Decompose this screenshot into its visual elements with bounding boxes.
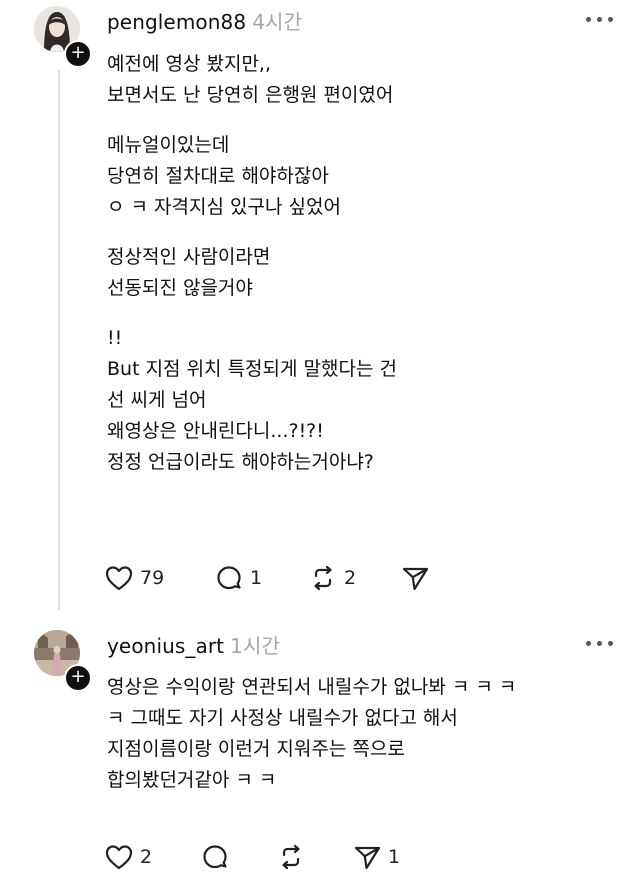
send-icon	[354, 846, 381, 870]
post-line: 영상은 수익이랑 연관되서 내릴수가 없나봐 ㅋ ㅋ ㅋ	[107, 676, 517, 698]
avatar-container: +	[34, 630, 92, 692]
post-line: 선동되진 않을거야	[107, 277, 253, 299]
thread-line	[58, 70, 60, 610]
repost-icon	[282, 844, 300, 870]
post-line: 메뉴얼이있는데	[107, 134, 230, 156]
repost-icon	[314, 565, 332, 591]
share-count: 1	[388, 846, 401, 868]
more-icon[interactable]	[586, 638, 614, 648]
post-body: 예전에 영상 봤지만,, 보면서도 난 당연히 은행원 편이였어 메뉴얼이있는데…	[107, 49, 397, 478]
follow-button[interactable]: +	[64, 40, 92, 68]
post-line: 정상적인 사람이라면	[107, 246, 271, 268]
username[interactable]: penglemon88	[107, 10, 246, 34]
heart-icon	[105, 845, 133, 870]
post-line: 합의봤던거같아 ㅋ ㅋ	[107, 769, 277, 791]
post-line: 정정 언급이라도 해야하는거아냐?	[107, 451, 374, 473]
like-button[interactable]: 2	[104, 842, 152, 872]
post-line: 보면서도 난 당연히 은행원 편이였어	[107, 84, 394, 106]
username[interactable]: yeonius_art	[107, 634, 224, 658]
post-line: !!	[107, 327, 123, 349]
like-button[interactable]: 79	[104, 563, 164, 593]
follow-button[interactable]: +	[64, 664, 92, 692]
post-header: yeonius_art 1시간	[107, 630, 280, 659]
reply-button[interactable]	[200, 842, 236, 872]
timestamp: 1시간	[230, 634, 280, 658]
post-body: 영상은 수익이랑 연관되서 내릴수가 없나봐 ㅋ ㅋ ㅋ ㅋ 그때도 자기 사정…	[107, 672, 516, 796]
post-line: 예전에 영상 봤지만,,	[107, 53, 271, 75]
like-count: 79	[140, 567, 165, 589]
reply-button[interactable]: 1	[214, 563, 262, 593]
reply-count: 1	[250, 567, 263, 589]
share-button[interactable]: 1	[352, 842, 400, 872]
repost-count: 2	[344, 567, 357, 589]
like-count: 2	[140, 846, 153, 868]
post-line: 왜영상은 안내린다니...?!?!	[107, 420, 324, 442]
thread-post: + penglemon88 4시간 예전에 영상 봤지만,, 보면서도 난 당연히…	[0, 0, 640, 612]
avatar-container: +	[34, 6, 92, 68]
post-header: penglemon88 4시간	[107, 6, 302, 35]
repost-button[interactable]	[276, 842, 312, 872]
repost-button[interactable]: 2	[308, 563, 356, 593]
post-line: 당연히 절차대로 해야하잖아	[107, 165, 329, 187]
more-icon[interactable]	[586, 14, 614, 24]
thread-post: + yeonius_art 1시간 영상은 수익이랑 연관되서 내릴수가 없나봐 …	[0, 612, 640, 896]
post-line: 선 씨게 넘어	[107, 389, 207, 411]
timestamp: 4시간	[252, 10, 303, 34]
send-icon	[402, 567, 429, 591]
post-line: 지점이름이랑 이런거 지워주는 쪽으로	[107, 738, 405, 760]
comment-icon	[203, 845, 227, 869]
share-button[interactable]	[400, 563, 436, 593]
post-line: ㅇ ㅋ 자격지심 있구나 싶었어	[107, 196, 341, 218]
post-line: But 지점 위치 특정되게 말했다는 건	[107, 358, 397, 380]
post-line: ㅋ 그때도 자기 사정상 내릴수가 없다고 해서	[107, 707, 458, 729]
comment-icon	[217, 566, 241, 590]
heart-icon	[105, 566, 133, 591]
